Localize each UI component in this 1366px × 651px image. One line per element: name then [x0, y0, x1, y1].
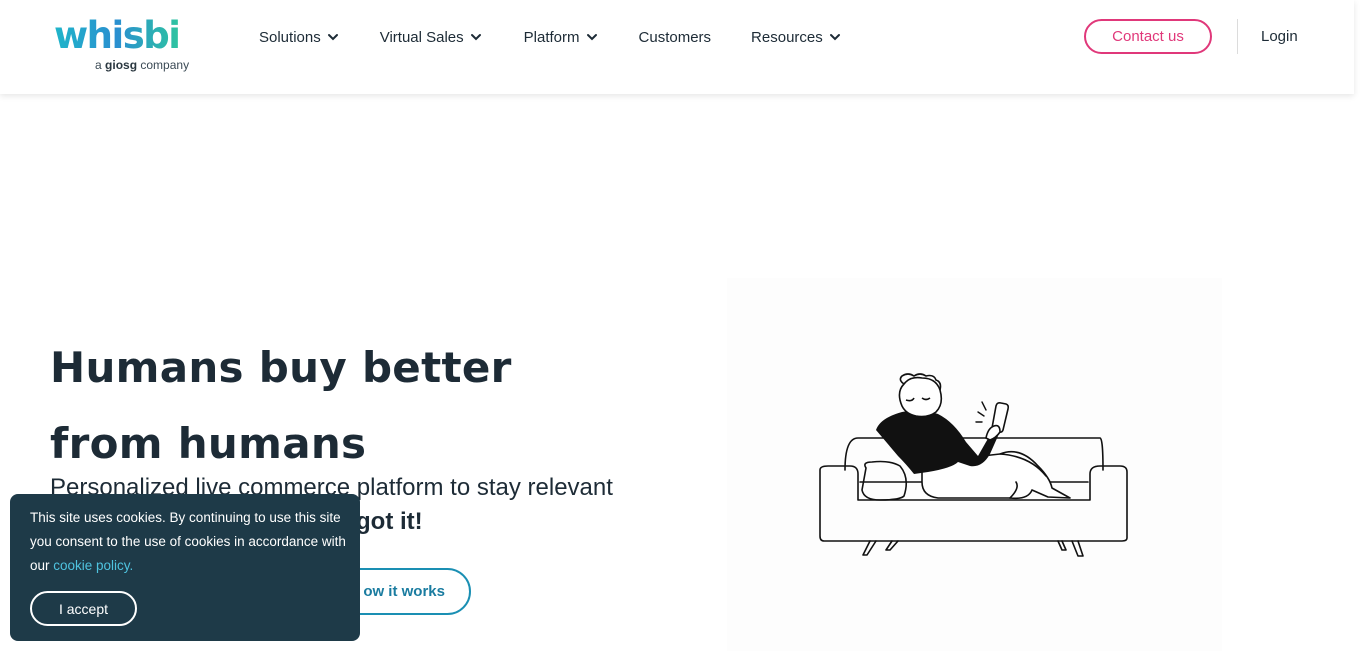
nav-item-label: Platform	[523, 28, 580, 46]
contact-us-button[interactable]: Contact us	[1084, 19, 1212, 54]
whisbi-wordmark: whisbi	[54, 14, 181, 56]
nav-item-label: Resources	[751, 28, 823, 46]
accept-cookies-button[interactable]: I accept	[30, 591, 137, 626]
hero-title-line1: Humans buy better	[50, 343, 512, 392]
main-nav: Solutions Virtual Sales Platform Custome…	[259, 26, 881, 48]
nav-item-resources[interactable]: Resources	[751, 29, 841, 46]
login-link[interactable]: Login	[1261, 28, 1298, 45]
whisbi-logo[interactable]: whisbi a giosg company	[54, 14, 199, 76]
nav-item-label: Customers	[638, 28, 712, 46]
nav-item-label: Virtual Sales	[379, 28, 464, 46]
chevron-down-icon	[470, 34, 481, 41]
nav-item-solutions[interactable]: Solutions	[259, 29, 339, 46]
how-it-works-label: ow it works	[363, 583, 445, 600]
site-header: whisbi a giosg company Solutions Virtual…	[0, 0, 1354, 94]
svg-text:whisbi: whisbi	[54, 14, 179, 56]
hero-title: Humans buy better from humans	[50, 330, 512, 482]
chevron-down-icon	[327, 34, 338, 41]
nav-item-virtual-sales[interactable]: Virtual Sales	[380, 29, 482, 46]
nav-item-label: Solutions	[259, 28, 321, 46]
logo-tagline: a giosg company	[95, 58, 190, 72]
person-on-sofa-illustration	[819, 373, 1128, 557]
header-divider	[1237, 19, 1238, 54]
chevron-down-icon	[586, 34, 597, 41]
nav-item-customers[interactable]: Customers	[639, 29, 712, 46]
hero-subtitle-bold: got it!	[356, 508, 423, 535]
cookie-banner: This site uses cookies. By continuing to…	[10, 494, 360, 641]
hero-title-line2: from humans	[50, 419, 367, 468]
chevron-down-icon	[829, 34, 840, 41]
cookie-message: This site uses cookies. By continuing to…	[30, 506, 350, 578]
cookie-policy-link[interactable]: cookie policy.	[53, 558, 133, 573]
nav-item-platform[interactable]: Platform	[524, 29, 598, 46]
